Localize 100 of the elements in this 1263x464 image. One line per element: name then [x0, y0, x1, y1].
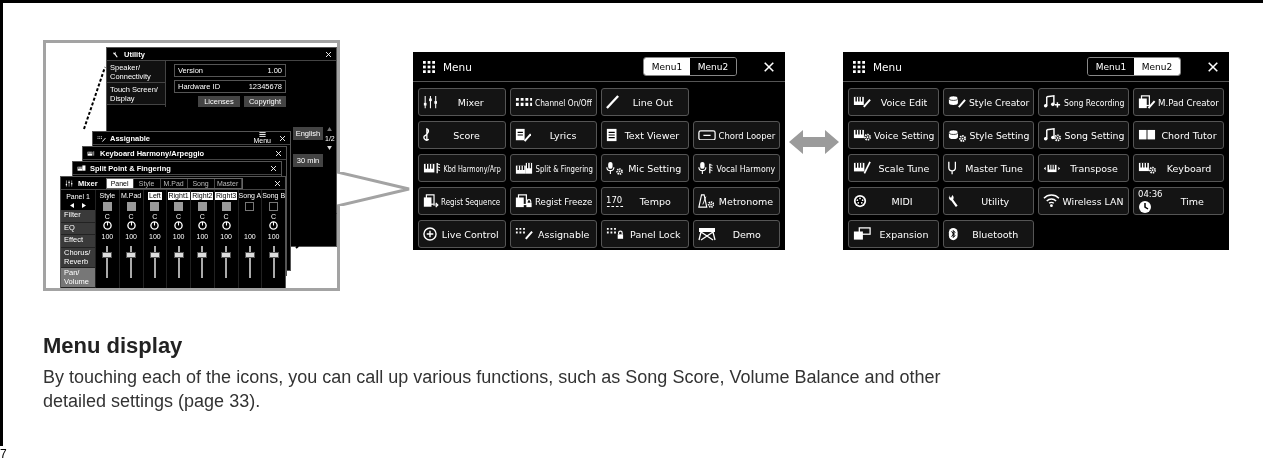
tuning-fork-icon: [948, 161, 957, 175]
menu-button[interactable]: Assignable: [509, 220, 597, 248]
up-arrow-icon[interactable]: [327, 127, 333, 131]
menu-button[interactable]: MIDI: [848, 187, 939, 215]
fader-handle[interactable]: [173, 251, 184, 258]
bluetooth-icon: [948, 227, 959, 241]
knob-icon[interactable]: [126, 221, 136, 230]
empty-thumbnail[interactable]: [245, 202, 255, 211]
left-arrow-icon[interactable]: [70, 203, 74, 208]
empty-thumbnail[interactable]: [269, 202, 279, 211]
right-arrow-icon[interactable]: [82, 203, 86, 208]
fader-handle[interactable]: [102, 251, 113, 258]
menu-button[interactable]: Text Viewer: [601, 121, 689, 149]
voice-thumbnail[interactable]: [197, 202, 207, 211]
menu-button[interactable]: 04:36 Time: [1133, 187, 1224, 215]
knob-icon[interactable]: [102, 221, 112, 230]
close-icon[interactable]: [274, 179, 281, 187]
knob-icon[interactable]: [221, 221, 231, 230]
menu-button[interactable]: Expansion: [848, 220, 939, 248]
keys-pen-icon: [853, 96, 871, 108]
loop-icon: [697, 129, 716, 141]
menu-button[interactable]: Transpose: [1038, 154, 1129, 182]
close-icon[interactable]: [279, 134, 286, 142]
fader-handle[interactable]: [149, 251, 160, 258]
book-icon: [1138, 129, 1156, 141]
pen-icon: [606, 95, 620, 109]
fader-handle[interactable]: [197, 251, 208, 258]
microphone-note-icon: [697, 161, 713, 175]
keyboard-stand-icon: [697, 227, 716, 241]
tempo-dashes-icon: [606, 205, 624, 208]
menu-button[interactable]: Song Recording: [1038, 88, 1129, 116]
menu-button[interactable]: Vocal Harmony: [692, 154, 780, 182]
menu-button[interactable]: Bluetooth: [943, 220, 1034, 248]
close-icon[interactable]: [763, 60, 775, 73]
keys-slash-icon: [853, 161, 871, 175]
tab[interactable]: Menu2: [1134, 58, 1180, 75]
drum-pen-icon: [948, 95, 966, 109]
fader-handle[interactable]: [126, 251, 137, 258]
close-icon[interactable]: [325, 50, 332, 58]
list-icon: [258, 132, 266, 137]
voice-thumbnail[interactable]: [102, 202, 112, 211]
knob-icon[interactable]: [269, 221, 279, 230]
menu-button[interactable]: Line Out: [601, 88, 689, 116]
menu-button[interactable]: Mixer: [418, 88, 506, 116]
voice-thumbnail[interactable]: [126, 202, 136, 211]
dots-lock-icon: [606, 228, 624, 240]
menu-button[interactable]: Song Setting: [1038, 121, 1129, 149]
menu-button[interactable]: Mic Setting: [601, 154, 689, 182]
menu-button[interactable]: Style Setting: [943, 121, 1034, 149]
close-icon[interactable]: [275, 149, 282, 157]
menu-button[interactable]: Style Creator: [943, 88, 1034, 116]
menu-button[interactable]: Scale Tune: [848, 154, 939, 182]
menu-button[interactable]: Keyboard: [1133, 154, 1224, 182]
menu-button[interactable]: Wireless LAN: [1038, 187, 1129, 215]
menu-button[interactable]: Chord Looper: [692, 121, 780, 149]
menu-button[interactable]: Split & Fingering: [509, 154, 597, 182]
voice-thumbnail[interactable]: [150, 202, 160, 211]
menu-button[interactable]: Voice Edit: [848, 88, 939, 116]
menu-button[interactable]: Demo: [692, 220, 780, 248]
menu-button[interactable]: M.Pad Creator: [1133, 88, 1224, 116]
menu-button[interactable]: Voice Setting: [848, 121, 939, 149]
double-arrow-icon: [789, 130, 839, 154]
menu-button[interactable]: Kbd Harmony/Arp: [418, 154, 506, 182]
document-icon: [606, 128, 618, 142]
clock-icon: [1138, 199, 1152, 214]
page-number: 7: [0, 448, 7, 460]
keys-arrows-icon: [1043, 163, 1061, 173]
plus-circle-icon: [423, 227, 437, 241]
tab[interactable]: Menu1: [644, 58, 690, 75]
menu-button[interactable]: Channel On/Off: [509, 88, 597, 116]
menu-button[interactable]: Regist Sequence: [418, 187, 506, 215]
wrench-icon: [111, 50, 120, 58]
screen-title: Menu: [443, 60, 472, 73]
voice-thumbnail[interactable]: [174, 202, 184, 211]
fader-handle[interactable]: [268, 251, 279, 258]
menu-button[interactable]: Regist Freeze: [509, 187, 597, 215]
menu-button[interactable]: Panel Lock: [601, 220, 689, 248]
down-arrow-icon[interactable]: [327, 146, 333, 150]
fader-handle[interactable]: [244, 251, 255, 258]
document-pen-icon: [514, 128, 532, 142]
menu-button[interactable]: Utility: [943, 187, 1034, 215]
voice-thumbnail[interactable]: [221, 202, 231, 211]
knob-icon[interactable]: [150, 221, 160, 230]
grid-icon: [514, 98, 533, 106]
fader-handle[interactable]: [221, 251, 232, 258]
knob-icon[interactable]: [197, 221, 207, 230]
close-icon[interactable]: [270, 164, 277, 172]
menu-button[interactable]: Score: [418, 121, 506, 149]
menu-button[interactable]: 170 Tempo: [601, 187, 689, 215]
menu-button[interactable]: Master Tune: [943, 154, 1034, 182]
grid-icon: [853, 60, 865, 73]
menu-button[interactable]: Chord Tutor: [1133, 121, 1224, 149]
sliders-icon: [65, 179, 74, 187]
menu-button[interactable]: Lyrics: [509, 121, 597, 149]
menu-button[interactable]: Live Control: [418, 220, 506, 248]
sliders-icon: [423, 95, 438, 109]
description-text: By touching each of the icons, you can call up various functions, such as Song Score, Volume Balance and other detailed settings (page 33).: [43, 366, 942, 413]
menu-button[interactable]: Metronome: [692, 187, 780, 215]
close-icon[interactable]: [1207, 60, 1219, 73]
knob-icon[interactable]: [174, 221, 184, 230]
